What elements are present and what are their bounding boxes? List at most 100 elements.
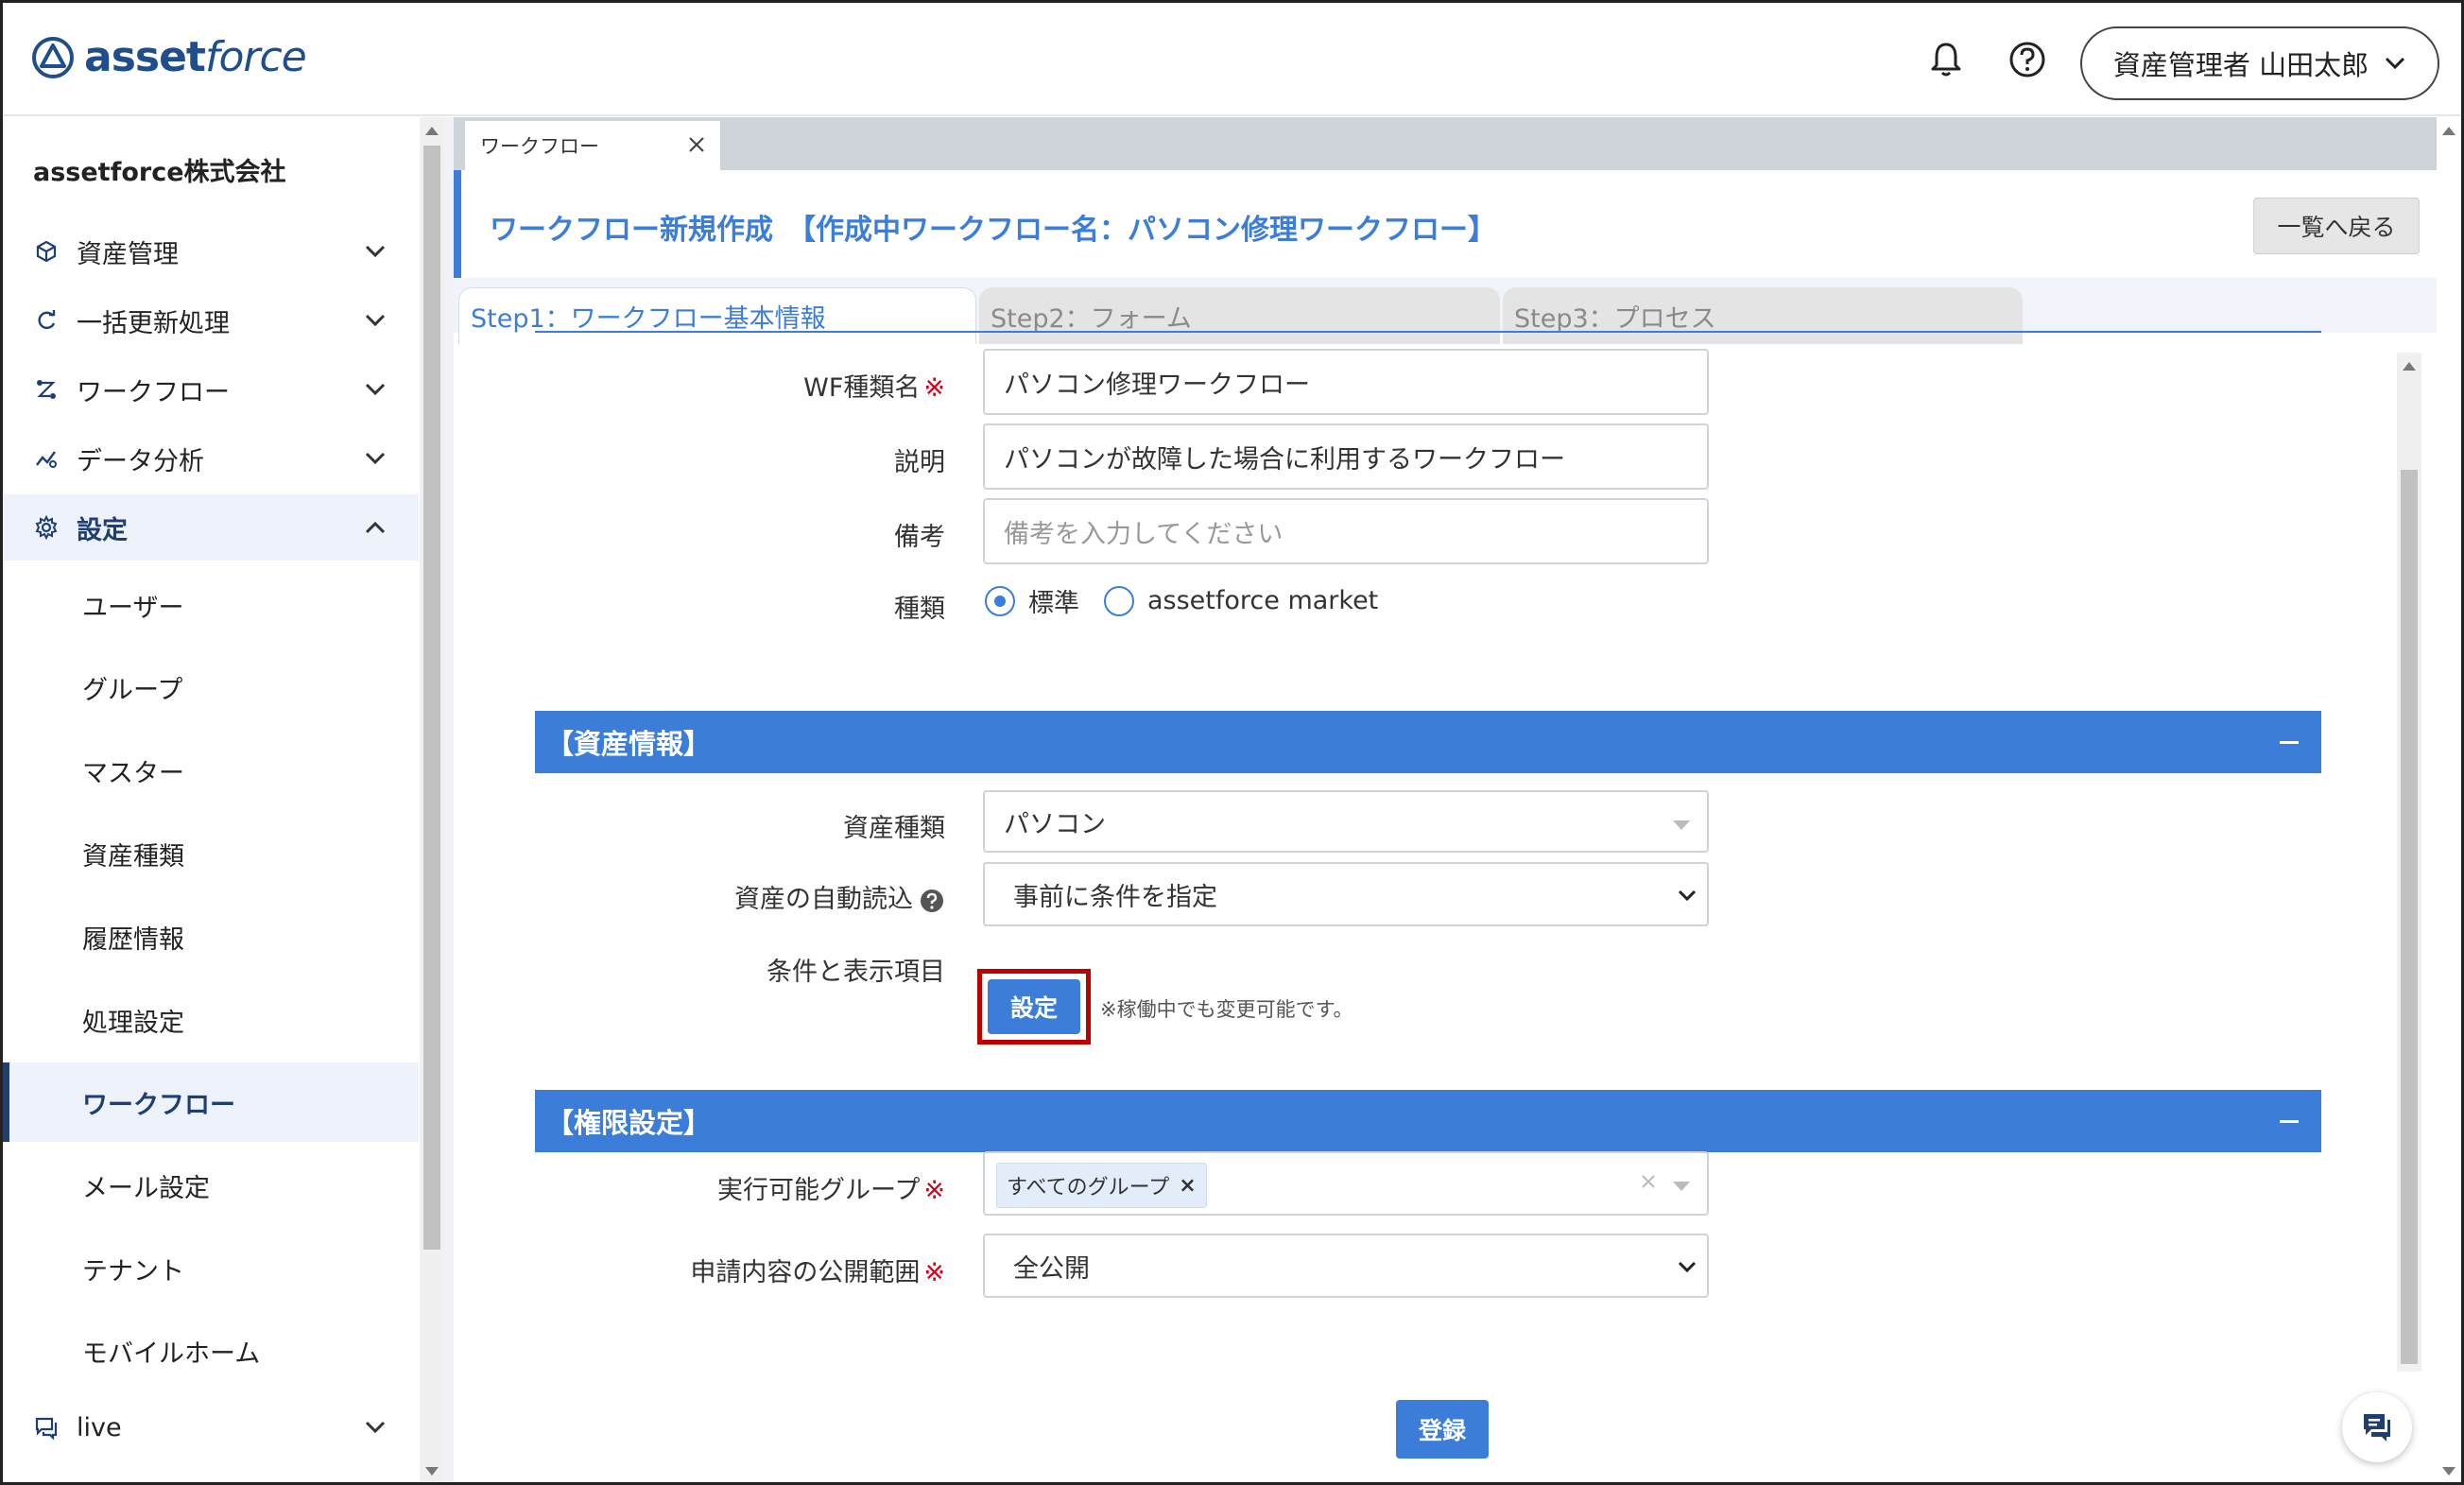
sidebar-item-data-analysis[interactable]: データ分析 — [3, 425, 419, 492]
required-mark: ※ — [923, 1258, 945, 1287]
auto-load-select[interactable]: 事前に条件を指定 — [983, 862, 1709, 926]
exec-group-multiselect[interactable]: すべてのグループ × — [983, 1151, 1709, 1216]
permission-section-header[interactable]: 【権限設定】 — [535, 1090, 2321, 1152]
window-scrollbar[interactable] — [2437, 117, 2461, 1482]
sidebar-item-bulk-update[interactable]: 一括更新処理 — [3, 287, 419, 354]
conditions-note: ※稼働中でも変更可能です。 — [1100, 998, 1353, 1021]
close-icon[interactable] — [686, 134, 707, 155]
type-standard-label: 標準 — [1028, 589, 1079, 618]
conditions-set-button[interactable]: 設定 — [988, 979, 1080, 1034]
bell-icon[interactable] — [1925, 39, 1967, 80]
app-window: assetforce 資産管理者 山田太郎 assetforce株式会社 資産管… — [0, 0, 2464, 1485]
sidebar-sub-workflow[interactable]: ワークフロー — [3, 1062, 419, 1142]
chat-icon — [2364, 1414, 2390, 1442]
logo-text: assetforce — [84, 33, 307, 81]
user-menu-button[interactable]: 資産管理者 山田太郎 — [2080, 26, 2439, 100]
type-standard-radio[interactable] — [985, 585, 1015, 616]
group-tag: すべてのグループ × — [996, 1163, 1207, 1208]
sidebar: assetforce株式会社 資産管理 一括更新処理 ワークフロー データ分析 … — [3, 117, 419, 1482]
scroll-up-icon[interactable] — [2403, 362, 2416, 371]
main-area: ワークフロー ワークフロー新規作成 【作成中ワークフロー名：パソコン修理ワークフ… — [444, 117, 2461, 1482]
auto-load-value: 事前に条件を指定 — [1013, 882, 1217, 912]
conditions-label: 条件と表示項目 — [767, 958, 945, 987]
label-text: WF種類名 — [803, 373, 921, 403]
scroll-down-icon[interactable] — [2442, 1467, 2455, 1476]
chevron-down-icon — [365, 452, 386, 465]
tab-workflow[interactable]: ワークフロー — [465, 121, 720, 170]
sidebar-sub-tenant[interactable]: テナント — [3, 1229, 419, 1308]
remarks-label: 備考 — [894, 523, 945, 552]
collapse-icon[interactable] — [2280, 741, 2299, 744]
sidebar-sub-process-settings[interactable]: 処理設定 — [3, 980, 419, 1060]
clear-icon[interactable] — [1639, 1172, 1658, 1191]
scrollbar-thumb[interactable] — [423, 146, 440, 1250]
type-market-label: assetforce market — [1147, 586, 1379, 615]
sidebar-sub-label: グループ — [82, 675, 183, 705]
tab-label: ワークフロー — [480, 135, 599, 158]
sidebar-sub-users[interactable]: ユーザー — [3, 565, 419, 645]
wf-name-input[interactable]: パソコン修理ワークフロー — [983, 349, 1709, 415]
type-market-radio[interactable] — [1104, 585, 1134, 616]
chevron-down-icon — [365, 1421, 386, 1434]
sidebar-sub-label: 履歴情報 — [82, 924, 184, 955]
description-input[interactable]: パソコンが故障した場合に利用するワークフロー — [983, 423, 1709, 490]
sidebar-item-live[interactable]: live — [3, 1394, 419, 1460]
help-icon[interactable] — [2007, 39, 2048, 80]
wf-name-label: WF種類名 ※ — [529, 367, 945, 404]
asset-info-section-header[interactable]: 【資産情報】 — [535, 711, 2321, 773]
chevron-down-icon — [365, 314, 386, 327]
required-mark: ※ — [923, 1176, 945, 1205]
tab-bar: ワークフロー — [454, 117, 2446, 170]
label-text: 申請内容の公開範囲 — [690, 1258, 921, 1287]
gear-icon — [35, 515, 58, 540]
required-mark: ※ — [923, 373, 945, 403]
sidebar-sub-label: ワークフロー — [82, 1090, 235, 1120]
label-text: 資産の自動読込 — [734, 885, 913, 914]
sidebar-item-label: 資産管理 — [77, 239, 179, 269]
question-circle-icon[interactable] — [919, 888, 945, 914]
dropdown-arrow-icon — [1673, 1182, 1690, 1191]
sidebar-scrollbar[interactable] — [420, 117, 444, 1482]
chevron-down-icon — [365, 245, 386, 258]
register-button[interactable]: 登録 — [1396, 1400, 1489, 1459]
chevron-down-icon — [2386, 57, 2405, 70]
collapse-icon[interactable] — [2280, 1120, 2299, 1123]
tag-remove-icon[interactable]: × — [1179, 1174, 1196, 1198]
sidebar-sub-label: 処理設定 — [82, 1008, 184, 1038]
chevron-down-icon — [1678, 889, 1697, 902]
sidebar-sub-label: メール設定 — [82, 1173, 210, 1203]
sidebar-sub-master[interactable]: マスター — [3, 731, 419, 810]
main-scrollbar[interactable] — [2397, 353, 2421, 1372]
sidebar-sub-asset-types[interactable]: 資産種類 — [3, 814, 419, 893]
section-title: 【資産情報】 — [546, 728, 712, 760]
workflow-icon — [37, 380, 56, 399]
logo-icon — [32, 36, 74, 78]
scope-select[interactable]: 全公開 — [983, 1234, 1709, 1298]
sidebar-item-asset-management[interactable]: 資産管理 — [3, 218, 419, 285]
asset-type-select[interactable]: パソコン — [983, 790, 1709, 853]
user-menu-label: 資産管理者 山田太郎 — [2112, 49, 2369, 81]
scroll-down-icon[interactable] — [425, 1467, 439, 1476]
cube-icon — [36, 240, 57, 263]
sidebar-sub-mobile-home[interactable]: モバイルホーム — [3, 1311, 419, 1390]
back-to-list-button[interactable]: 一覧へ戻る — [2253, 198, 2420, 254]
sidebar-sub-groups[interactable]: グループ — [3, 648, 419, 727]
top-header: assetforce 資産管理者 山田太郎 — [3, 3, 2461, 116]
chevron-down-icon — [1678, 1261, 1697, 1273]
sidebar-item-settings[interactable]: 設定 — [3, 494, 419, 561]
scrollbar-thumb[interactable] — [2401, 470, 2418, 1364]
scroll-up-icon[interactable] — [425, 127, 439, 135]
sidebar-item-workflow[interactable]: ワークフロー — [3, 356, 419, 423]
scroll-up-icon[interactable] — [2442, 127, 2455, 135]
sidebar-item-label: 設定 — [77, 515, 128, 545]
remarks-input[interactable]: 備考を入力してください — [983, 498, 1709, 564]
logo[interactable]: assetforce — [31, 33, 307, 81]
asset-type-label: 資産種類 — [843, 814, 945, 843]
chat-support-button[interactable] — [2342, 1392, 2412, 1462]
page-header: ワークフロー新規作成 【作成中ワークフロー名：パソコン修理ワークフロー】 一覧へ… — [454, 170, 2446, 278]
sidebar-sub-mail-settings[interactable]: メール設定 — [3, 1146, 419, 1225]
sidebar-sub-label: モバイルホーム — [82, 1338, 261, 1369]
exec-group-label: 実行可能グループ ※ — [529, 1169, 945, 1206]
form-content: WF種類名 ※ パソコン修理ワークフロー 説明 パソコンが故障した場合に利用するワ… — [454, 333, 2410, 1482]
sidebar-sub-history[interactable]: 履歴情報 — [3, 897, 419, 976]
